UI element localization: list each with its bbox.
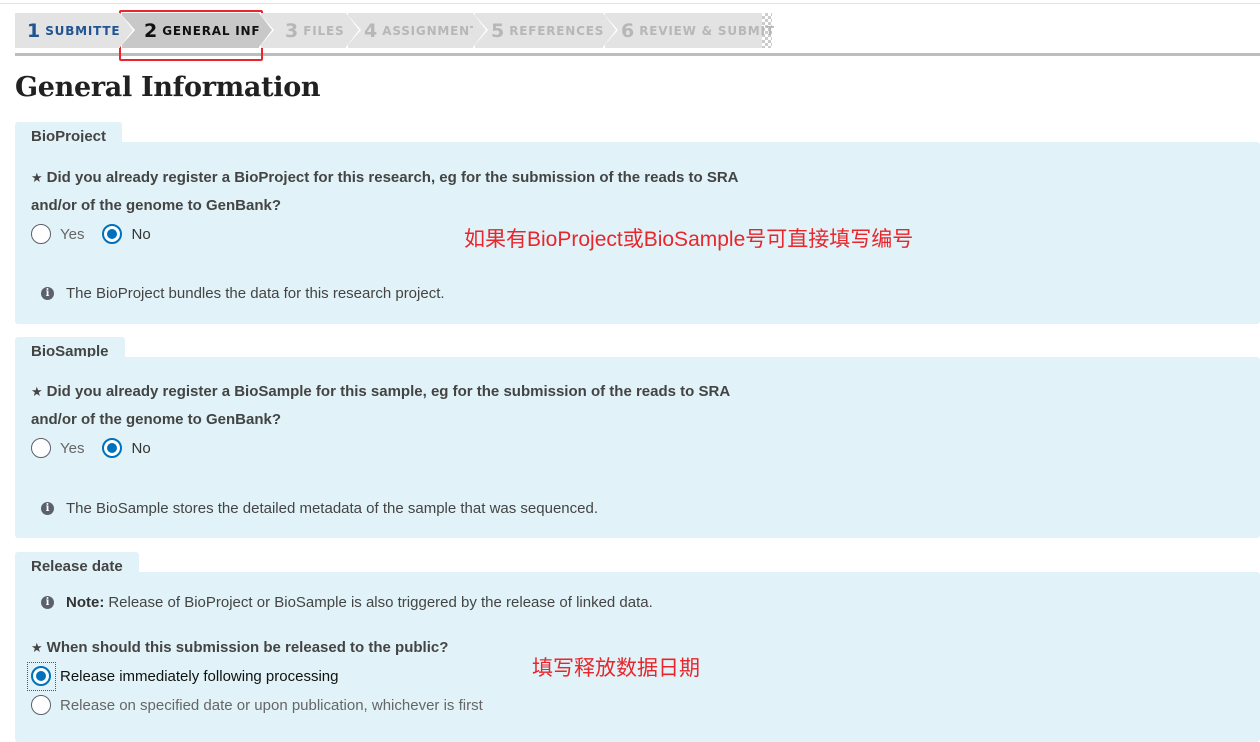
- bioproject-question: ★ Did you already register a BioProject f…: [31, 164, 739, 220]
- bioproject-yes-label: Yes: [60, 225, 85, 243]
- radio-checked[interactable]: [102, 438, 123, 458]
- step-number: 5: [491, 19, 505, 42]
- step-label: GENERAL INFO: [162, 23, 272, 38]
- release-note: i Note: Release of BioProject or BioSample…: [41, 594, 653, 611]
- info-icon: i: [41, 502, 54, 515]
- step-number: 3: [285, 19, 299, 42]
- release-annotation: 填写释放数据日期: [532, 657, 700, 680]
- step-number: 6: [621, 19, 635, 42]
- step-number: 2: [144, 19, 158, 42]
- bioproject-info: i The BioProject bundles the data for thi…: [41, 285, 445, 302]
- biosample-question: ★ Did you already register a BioSample fo…: [31, 378, 730, 434]
- step-label: SUBMITTER: [45, 23, 131, 38]
- release-question-text: When should this submission be released …: [46, 639, 449, 656]
- bioproject-annotation: 如果有BioProject或BioSample号可直接填写编号: [464, 228, 914, 251]
- top-divider: [0, 3, 1260, 4]
- page-title: General Information: [15, 72, 321, 103]
- biosample-question-line2: and/or of the genome to GenBank?: [31, 411, 282, 428]
- biosample-info: i The BioSample stores the detailed metad…: [41, 500, 598, 517]
- radio-unchecked[interactable]: [31, 695, 51, 715]
- step-number: 1: [27, 19, 41, 42]
- step-label: REFERENCES: [509, 23, 605, 38]
- bioproject-question-line1: Did you already register a BioProject fo…: [46, 169, 739, 186]
- step-label: ASSIGNMENT: [382, 23, 479, 38]
- radio-checked[interactable]: [31, 666, 51, 686]
- biosample-no-label: No: [131, 439, 151, 457]
- release-specified-label: Release on specified date or upon public…: [60, 696, 483, 714]
- release-note-label: Note:: [66, 594, 105, 611]
- release-note-text: Release of BioProject or BioSample is al…: [108, 594, 653, 611]
- bioproject-radio-group: Yes No: [31, 224, 169, 244]
- bioproject-no-label: No: [131, 225, 151, 243]
- step-assignment[interactable]: 4 ASSIGNMENT: [348, 13, 488, 48]
- step-references[interactable]: 5 REFERENCES: [475, 13, 618, 48]
- biosample-question-line1: Did you already register a BioSample for…: [46, 383, 731, 400]
- biosample-yes-option[interactable]: Yes: [31, 438, 84, 458]
- biosample-section: ★ Did you already register a BioSample fo…: [15, 357, 1260, 538]
- biosample-no-option[interactable]: No: [102, 438, 151, 458]
- release-section: i Note: Release of BioProject or BioSample…: [15, 572, 1260, 742]
- release-specified-option[interactable]: Release on specified date or upon public…: [31, 695, 483, 715]
- bioproject-info-text: The BioProject bundles the data for this…: [66, 285, 445, 302]
- biosample-radio-group: Yes No: [31, 438, 169, 458]
- release-question: ★ When should this submission be released…: [31, 634, 448, 662]
- step-label: FILES: [303, 23, 345, 38]
- bioproject-yes-option[interactable]: Yes: [31, 224, 84, 244]
- release-immediate-label: Release immediately following processing: [60, 667, 339, 685]
- bioproject-section: ★ Did you already register a BioProject f…: [15, 142, 1260, 324]
- bioproject-question-line2: and/or of the genome to GenBank?: [31, 197, 282, 214]
- step-review-submit[interactable]: 6 REVIEW & SUBMIT: [605, 13, 774, 48]
- step-label: REVIEW & SUBMIT: [639, 23, 775, 38]
- info-icon: i: [41, 596, 54, 609]
- biosample-info-text: The BioSample stores the detailed metada…: [66, 500, 598, 517]
- biosample-yes-label: Yes: [60, 439, 85, 457]
- bioproject-no-option[interactable]: No: [102, 224, 151, 244]
- info-icon: i: [41, 287, 54, 300]
- radio-checked[interactable]: [102, 224, 123, 244]
- required-star-icon: ★: [31, 640, 43, 655]
- step-submitter[interactable]: 1 SUBMITTER: [15, 13, 135, 48]
- wizard-steps: 1 SUBMITTER 2 GENERAL INFO 3 FILES 4 ASSIGNM…: [15, 13, 774, 48]
- required-star-icon: ★: [31, 170, 43, 185]
- step-general-info[interactable]: 2 GENERAL INFO: [122, 13, 274, 48]
- required-star-icon: ★: [31, 384, 43, 399]
- release-immediate-option[interactable]: Release immediately following processing: [31, 666, 338, 686]
- radio-unchecked[interactable]: [31, 438, 51, 458]
- radio-unchecked[interactable]: [31, 224, 51, 244]
- step-number: 4: [364, 19, 378, 42]
